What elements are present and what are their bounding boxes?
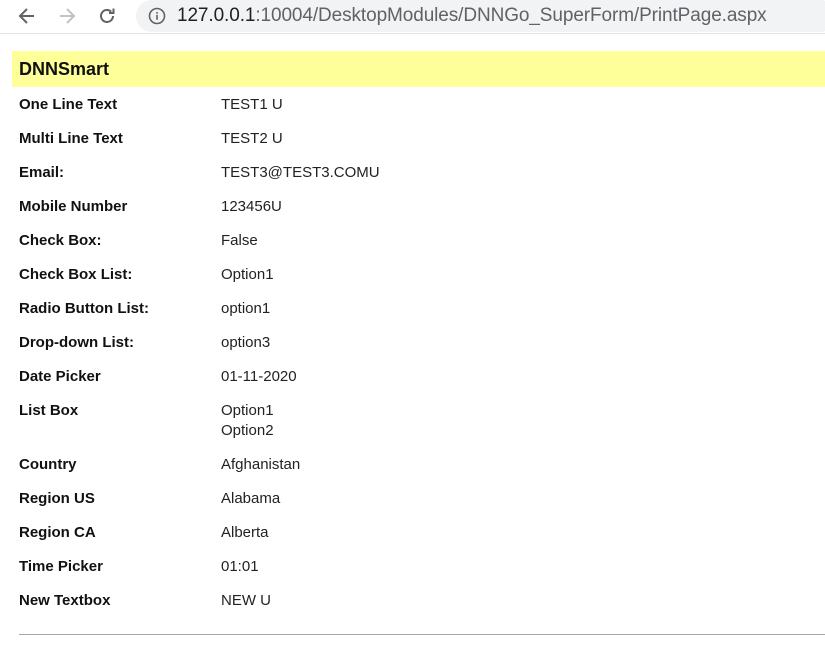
field-label: Radio Button List: [19, 300, 149, 317]
field-label: Mobile Number [19, 198, 128, 215]
field-label: List Box [19, 402, 79, 419]
field-row-list-box: List Box Option1 Option2 [19, 401, 819, 441]
field-value: Afghanistan [221, 456, 301, 473]
field-value-list: Option1 Option2 [221, 401, 274, 441]
field-label: Check Box: [19, 232, 102, 249]
field-row-mobile-number: Mobile Number 123456U [19, 197, 819, 217]
url-path: :10004/DesktopModules/DNNGo_SuperForm/Pr… [255, 5, 767, 26]
field-label: One Line Text [19, 96, 118, 113]
forward-button[interactable] [53, 3, 81, 29]
list-item: Option2 [221, 422, 274, 439]
field-label: Drop-down List: [19, 334, 134, 351]
url-host: 127.0.0.1 [177, 5, 256, 26]
form-title: DNNSmart [19, 58, 110, 79]
field-row-date-picker: Date Picker 01-11-2020 [19, 367, 819, 387]
browser-toolbar: 127.0.0.1:10004/DesktopModules/DNNGo_Sup… [0, 0, 825, 34]
list-item: Option1 [221, 402, 274, 419]
field-row-new-textbox: New Textbox NEW U [19, 591, 819, 611]
arrow-left-icon [18, 8, 34, 24]
field-row-one-line-text: One Line Text TEST1 U [19, 95, 819, 115]
field-label: New Textbox [19, 592, 111, 609]
field-row-check-box: Check Box: False [19, 231, 819, 251]
field-value: NEW U [221, 592, 271, 609]
reload-button[interactable] [93, 3, 121, 29]
field-row-drop-down-list: Drop-down List: option3 [19, 333, 819, 353]
arrow-right-icon [60, 8, 76, 24]
field-value: TEST2 U [221, 130, 283, 147]
field-label: Region CA [19, 524, 96, 541]
field-label: Time Picker [19, 558, 103, 575]
field-label: Check Box List: [19, 266, 133, 283]
field-value: False [221, 232, 258, 249]
field-row-email: Email: TEST3@TEST3.COMU [19, 163, 819, 183]
field-value: option3 [221, 334, 271, 351]
field-row-region-ca: Region CA Alberta [19, 523, 819, 543]
field-value: TEST1 U [221, 96, 283, 113]
field-value: Alberta [221, 524, 269, 541]
field-label: Email: [19, 164, 65, 181]
form-header: DNNSmart [12, 51, 825, 87]
field-row-radio-button-list: Radio Button List: option1 [19, 299, 819, 319]
back-button[interactable] [13, 3, 41, 29]
field-row-country: Country Afghanistan [19, 455, 819, 475]
field-value: 01:01 [221, 558, 259, 575]
field-label: Region US [19, 490, 95, 507]
field-value: TEST3@TEST3.COMU [221, 164, 380, 181]
horizontal-rule [19, 634, 825, 635]
field-value: option1 [221, 300, 271, 317]
field-row-check-box-list: Check Box List: Option1 [19, 265, 819, 285]
field-label: Country [19, 456, 77, 473]
form-fields: One Line Text TEST1 U Multi Line Text TE… [19, 95, 819, 625]
field-row-region-us: Region US Alabama [19, 489, 819, 509]
field-row-time-picker: Time Picker 01:01 [19, 557, 819, 577]
field-value: 123456U [221, 198, 282, 215]
field-value: Alabama [221, 490, 281, 507]
field-label: Date Picker [19, 368, 101, 385]
field-value: 01-11-2020 [221, 368, 297, 385]
info-circle-icon[interactable] [147, 6, 167, 26]
field-value: Option1 [221, 266, 274, 283]
field-label: Multi Line Text [19, 130, 123, 147]
address-bar[interactable]: 127.0.0.1:10004/DesktopModules/DNNGo_Sup… [136, 0, 825, 32]
url-text[interactable]: 127.0.0.1:10004/DesktopModules/DNNGo_Sup… [177, 5, 767, 27]
field-row-multi-line-text: Multi Line Text TEST2 U [19, 129, 819, 149]
reload-icon [100, 8, 115, 23]
